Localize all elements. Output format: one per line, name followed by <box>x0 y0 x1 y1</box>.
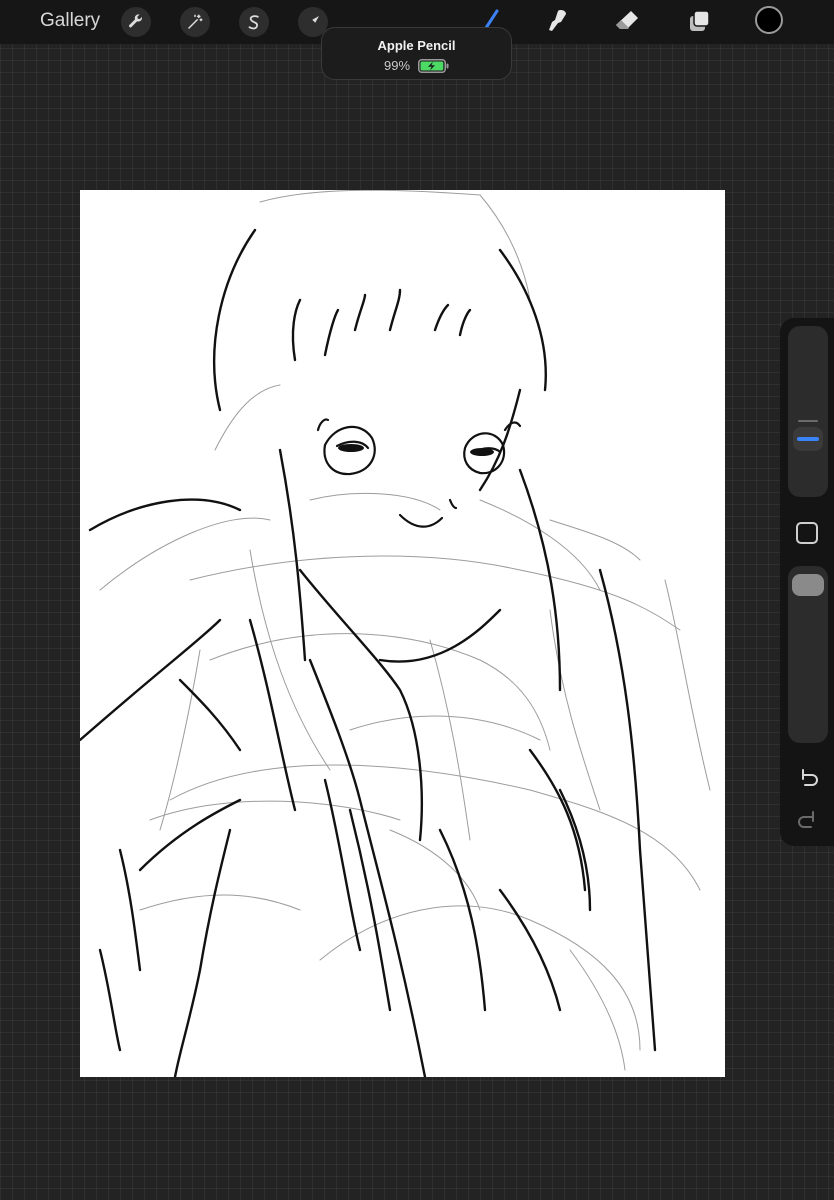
battery-charging-icon <box>418 58 449 73</box>
battery-percent: 99% <box>383 58 411 73</box>
selection-icon[interactable] <box>239 7 269 37</box>
drawing-canvas[interactable] <box>80 190 725 1077</box>
toast-title: Apple Pencil <box>377 38 456 53</box>
color-picker-button[interactable] <box>755 6 783 34</box>
slider-tick <box>798 420 818 422</box>
brush-sidebar <box>780 318 834 846</box>
brush-size-slider[interactable] <box>788 326 828 497</box>
eraser-icon[interactable] <box>612 6 642 36</box>
sketch-drawing <box>80 190 711 1077</box>
brush-opacity-slider[interactable] <box>788 566 828 743</box>
gallery-button[interactable]: Gallery <box>40 10 100 32</box>
toast-battery-row: 99% <box>322 58 511 73</box>
brush-opacity-thumb[interactable] <box>792 574 824 596</box>
layers-icon[interactable] <box>684 6 714 36</box>
pencil-battery-toast: Apple Pencil 99% <box>321 27 512 80</box>
magic-wand-icon[interactable] <box>180 7 210 37</box>
modify-square-icon[interactable] <box>796 522 818 544</box>
wrench-icon[interactable] <box>121 7 151 37</box>
brush-size-thumb[interactable] <box>793 426 823 451</box>
smudge-icon[interactable] <box>543 6 573 36</box>
redo-icon[interactable] <box>796 808 820 832</box>
undo-icon[interactable] <box>796 766 820 790</box>
